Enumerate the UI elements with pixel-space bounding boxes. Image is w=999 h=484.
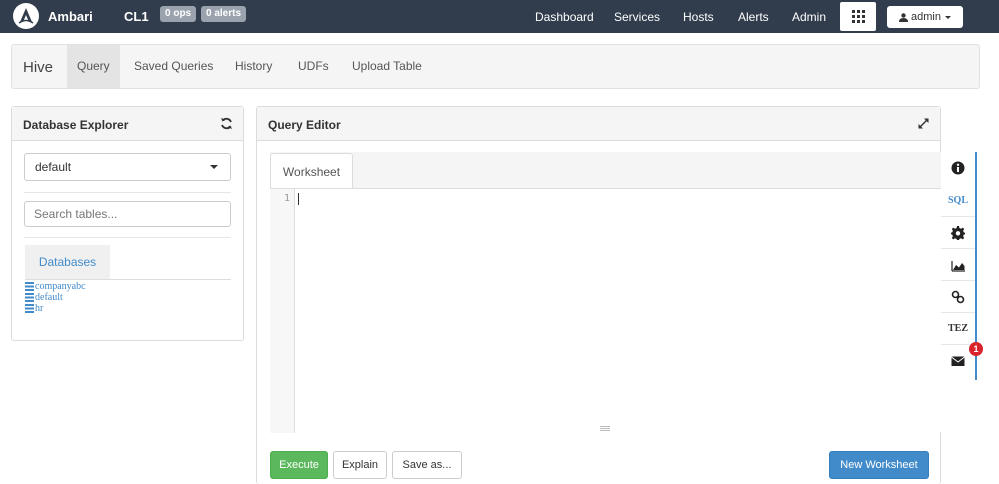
grid-icon: [851, 10, 865, 23]
chevron-down-icon: [210, 165, 218, 169]
search-tables-input[interactable]: [24, 201, 231, 227]
tab-query[interactable]: Query: [67, 45, 120, 88]
tez-button[interactable]: TEZ: [941, 312, 975, 344]
alerts-badge[interactable]: 0 alerts: [201, 6, 247, 22]
database-name: companyabc: [35, 281, 86, 292]
cluster-name[interactable]: CL1: [124, 9, 149, 24]
database-explorer-panel: Database Explorer default Databases comp…: [11, 106, 244, 341]
ops-badge[interactable]: 0 ops: [160, 6, 197, 22]
database-explorer-header: Database Explorer: [12, 107, 243, 141]
side-toolbar: SQL TEZ 1: [941, 152, 983, 380]
user-name: admin: [911, 11, 941, 23]
sql-editor[interactable]: 1: [270, 188, 941, 433]
notifications-button[interactable]: 1: [941, 342, 983, 376]
tab-history[interactable]: History: [225, 45, 282, 88]
ambari-logo-icon[interactable]: [13, 3, 39, 29]
tab-databases[interactable]: Databases: [25, 245, 110, 280]
nav-link-alerts[interactable]: Alerts: [738, 10, 769, 24]
database-item-hr[interactable]: hr: [25, 303, 86, 314]
database-select[interactable]: default: [24, 153, 231, 181]
nav-link-services[interactable]: Services: [614, 10, 660, 24]
sql-button[interactable]: SQL: [941, 184, 975, 216]
tab-underline: [25, 279, 231, 280]
database-select-value: default: [35, 160, 72, 174]
top-navbar: Ambari CL1 0 ops 0 alerts Dashboard Serv…: [0, 0, 999, 33]
database-name: hr: [35, 303, 44, 314]
database-explorer-title: Database Explorer: [23, 118, 129, 132]
caret-down-icon: [944, 15, 951, 19]
execute-button[interactable]: Execute: [270, 451, 328, 479]
tab-udfs[interactable]: UDFs: [288, 45, 339, 88]
divider: [24, 237, 231, 238]
visual-explain-button[interactable]: [941, 248, 975, 280]
envelope-icon: [951, 356, 965, 366]
save-as-button[interactable]: Save as...: [392, 451, 462, 479]
database-list-icon: [25, 304, 34, 313]
explain-button[interactable]: Explain: [333, 451, 387, 479]
views-grid-button[interactable]: [840, 2, 876, 31]
new-worksheet-button[interactable]: New Worksheet: [829, 451, 929, 479]
database-list-icon: [25, 293, 34, 302]
view-title: Hive: [23, 59, 54, 76]
notification-count-badge: 1: [969, 342, 983, 356]
database-list: companyabc default hr: [25, 281, 86, 314]
link-icon: [951, 290, 965, 303]
worksheet-tab[interactable]: Worksheet: [270, 153, 353, 189]
refresh-icon[interactable]: [220, 117, 233, 130]
gear-icon: [951, 225, 965, 240]
database-item-default[interactable]: default: [25, 292, 86, 303]
tab-saved-queries[interactable]: Saved Queries: [124, 45, 223, 88]
brand-name[interactable]: Ambari: [48, 9, 93, 24]
resize-handle-icon[interactable]: [600, 426, 610, 431]
database-list-icon: [25, 282, 34, 291]
hive-subnav: Hive Query Saved Queries History UDFs Up…: [11, 44, 980, 89]
area-chart-icon: [951, 260, 965, 272]
sql-label: SQL: [947, 194, 968, 206]
text-cursor: [298, 193, 299, 205]
query-editor-header: Query Editor: [257, 107, 940, 141]
expand-icon[interactable]: [917, 117, 930, 130]
info-icon: [951, 161, 965, 175]
database-item-companyabc[interactable]: companyabc: [25, 281, 86, 292]
worksheet-area: Worksheet 1: [270, 152, 941, 433]
nav-link-hosts[interactable]: Hosts: [683, 10, 714, 24]
info-button[interactable]: [941, 152, 975, 184]
tab-upload-table[interactable]: Upload Table: [342, 45, 432, 88]
nav-link-admin[interactable]: Admin: [792, 10, 826, 24]
divider: [24, 192, 231, 193]
link-button[interactable]: [941, 280, 975, 312]
line-number: 1: [283, 193, 290, 204]
user-icon: [899, 12, 909, 22]
nav-link-dashboard[interactable]: Dashboard: [535, 10, 594, 24]
user-menu-button[interactable]: admin: [887, 6, 963, 28]
tez-label: TEZ: [947, 323, 968, 334]
settings-button[interactable]: [941, 216, 975, 248]
query-editor-panel: Query Editor Worksheet 1 Execute Explain…: [256, 106, 941, 484]
line-number-gutter: 1: [270, 189, 295, 433]
query-editor-title: Query Editor: [268, 118, 341, 132]
database-name: default: [35, 292, 63, 303]
